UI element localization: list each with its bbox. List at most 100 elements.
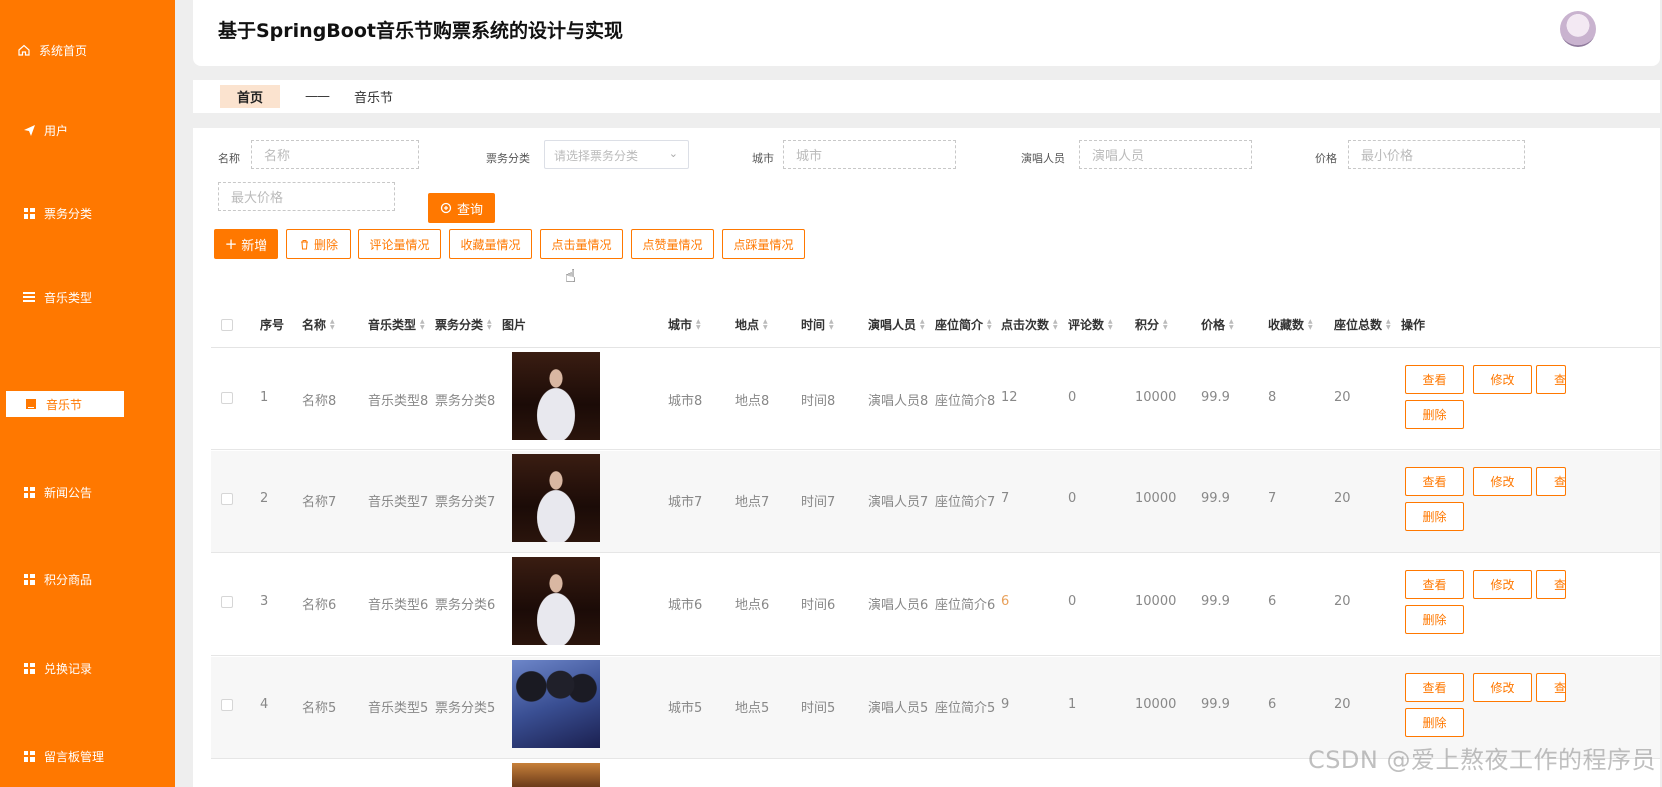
sort-icon[interactable]: ▲ ▼: [420, 318, 425, 331]
column-time[interactable]: 时间 ▲ ▼: [801, 316, 834, 333]
sidebar-item-message-board[interactable]: 留言板管理: [0, 743, 175, 769]
column-location[interactable]: 地点 ▲ ▼: [735, 316, 768, 333]
send-icon: [22, 123, 36, 137]
calendar-icon: [24, 397, 38, 411]
select-all-checkbox[interactable]: [221, 319, 233, 331]
row-checkbox[interactable]: [221, 493, 233, 505]
plus-icon: +: [224, 234, 238, 253]
sort-icon[interactable]: ▲ ▼: [763, 318, 768, 331]
more-button[interactable]: 查: [1536, 467, 1566, 496]
column-favorites[interactable]: 收藏数 ▲ ▼: [1268, 316, 1313, 333]
more-button[interactable]: 查: [1536, 365, 1566, 394]
sidebar-item-music-type[interactable]: 音乐类型: [0, 284, 175, 310]
column-points[interactable]: 积分 ▲ ▼: [1135, 316, 1168, 333]
performer-input[interactable]: 演唱人员: [1079, 140, 1252, 169]
max-price-input[interactable]: 最大价格: [218, 182, 395, 211]
column-ticket-category[interactable]: 票务分类 ▲ ▼: [435, 316, 492, 333]
row-checkbox[interactable]: [221, 392, 233, 404]
edit-button[interactable]: 修改: [1473, 467, 1532, 496]
delete-row-button[interactable]: 删除: [1405, 400, 1464, 429]
column-performer[interactable]: 演唱人员 ▲ ▼: [868, 316, 925, 333]
view-button[interactable]: 查看: [1405, 673, 1464, 702]
cell-music-type: 音乐类型7: [368, 495, 429, 510]
sort-icon[interactable]: ▲ ▼: [1108, 318, 1113, 331]
delete-button-label: 删除: [313, 237, 338, 252]
cell-price: 99.9: [1201, 491, 1230, 506]
tab-music-festival[interactable]: 音乐节: [354, 87, 393, 106]
sidebar-item-points-goods[interactable]: 积分商品: [0, 566, 175, 592]
sort-icon[interactable]: ▲ ▼: [1163, 318, 1168, 331]
sidebar-item-users[interactable]: 用户: [0, 117, 175, 143]
cell-total-seats: 20: [1334, 390, 1351, 405]
search-icon: [440, 202, 452, 214]
view-button[interactable]: 查看: [1405, 365, 1464, 394]
sidebar-item-music-festival[interactable]: 音乐节: [6, 391, 124, 417]
more-button[interactable]: 查: [1536, 570, 1566, 599]
ticket-category-select[interactable]: 请选择票务分类 ⌄: [544, 140, 689, 169]
more-button[interactable]: 查: [1536, 673, 1566, 702]
cell-index: 3: [260, 594, 269, 609]
delete-button[interactable]: 删除: [286, 229, 351, 259]
sort-icon[interactable]: ▲ ▼: [330, 318, 335, 331]
like-stats-button[interactable]: 点赞量情况: [631, 229, 714, 259]
cell-points: 10000: [1135, 491, 1177, 506]
sidebar-item-home[interactable]: 系统首页: [0, 37, 175, 63]
sort-icon[interactable]: ▲ ▼: [487, 318, 492, 331]
festival-image[interactable]: [512, 763, 600, 787]
avatar[interactable]: [1560, 11, 1596, 47]
ticket-category-placeholder: 请选择票务分类: [554, 149, 639, 163]
row-checkbox[interactable]: [221, 699, 233, 711]
festival-image[interactable]: [512, 454, 600, 542]
view-button[interactable]: 查看: [1405, 467, 1464, 496]
query-button-label: 查询: [456, 202, 483, 218]
sidebar-item-exchange-records[interactable]: 兑换记录: [0, 655, 175, 681]
grid-icon: [22, 206, 36, 220]
column-clicks[interactable]: 点击次数 ▲ ▼: [1001, 316, 1058, 333]
hand-cursor-icon: ☝: [565, 266, 576, 287]
sort-icon[interactable]: ▲ ▼: [696, 318, 701, 331]
column-name[interactable]: 名称 ▲ ▼: [302, 316, 335, 333]
cell-ticket-category: 票务分类8: [435, 394, 496, 409]
table-row: 2 名称7 音乐类型7 票务分类7 城市7 地点7 时间7 演唱人员7 座位简介…: [211, 451, 1660, 553]
column-price[interactable]: 价格 ▲ ▼: [1201, 316, 1234, 333]
cell-favorites: 6: [1268, 697, 1277, 712]
edit-button[interactable]: 修改: [1473, 570, 1532, 599]
comment-stats-button[interactable]: 评论量情况: [358, 229, 441, 259]
column-city[interactable]: 城市 ▲ ▼: [668, 316, 701, 333]
sort-icon[interactable]: ▲ ▼: [1053, 318, 1058, 331]
click-stats-button[interactable]: 点击量情况: [540, 229, 623, 259]
sidebar-item-news[interactable]: 新闻公告: [0, 479, 175, 505]
city-input[interactable]: 城市: [783, 140, 956, 169]
column-comments[interactable]: 评论数 ▲ ▼: [1068, 316, 1113, 333]
favorite-stats-button[interactable]: 收藏量情况: [449, 229, 532, 259]
cell-name: 名称8: [302, 394, 337, 409]
festival-image[interactable]: [512, 557, 600, 645]
column-total-seats[interactable]: 座位总数 ▲ ▼: [1334, 316, 1391, 333]
delete-row-button[interactable]: 删除: [1405, 708, 1464, 737]
cell-location: 地点8: [735, 394, 770, 409]
sort-icon[interactable]: ▲ ▼: [1386, 318, 1391, 331]
min-price-input[interactable]: 最小价格: [1348, 140, 1525, 169]
sidebar-item-ticket-category[interactable]: 票务分类: [0, 200, 175, 226]
view-button[interactable]: 查看: [1405, 570, 1464, 599]
edit-button[interactable]: 修改: [1473, 365, 1532, 394]
sort-icon[interactable]: ▲ ▼: [1308, 318, 1313, 331]
row-checkbox[interactable]: [221, 596, 233, 608]
add-button[interactable]: + 新增: [214, 229, 278, 259]
sort-icon[interactable]: ▲ ▼: [920, 318, 925, 331]
sort-icon[interactable]: ▲ ▼: [987, 318, 992, 331]
delete-row-button[interactable]: 删除: [1405, 502, 1464, 531]
query-button[interactable]: 查询: [428, 193, 495, 223]
column-seat-intro[interactable]: 座位简介 ▲ ▼: [935, 316, 992, 333]
cell-ticket-category: 票务分类6: [435, 598, 496, 613]
festival-image[interactable]: [512, 660, 600, 748]
name-input[interactable]: 名称: [251, 140, 419, 169]
tab-home[interactable]: 首页: [220, 85, 281, 108]
column-music-type[interactable]: 音乐类型 ▲ ▼: [368, 316, 425, 333]
edit-button[interactable]: 修改: [1473, 673, 1532, 702]
dislike-stats-button[interactable]: 点踩量情况: [722, 229, 805, 259]
sort-icon[interactable]: ▲ ▼: [1229, 318, 1234, 331]
festival-image[interactable]: [512, 352, 600, 440]
delete-row-button[interactable]: 删除: [1405, 605, 1464, 634]
sort-icon[interactable]: ▲ ▼: [829, 318, 834, 331]
